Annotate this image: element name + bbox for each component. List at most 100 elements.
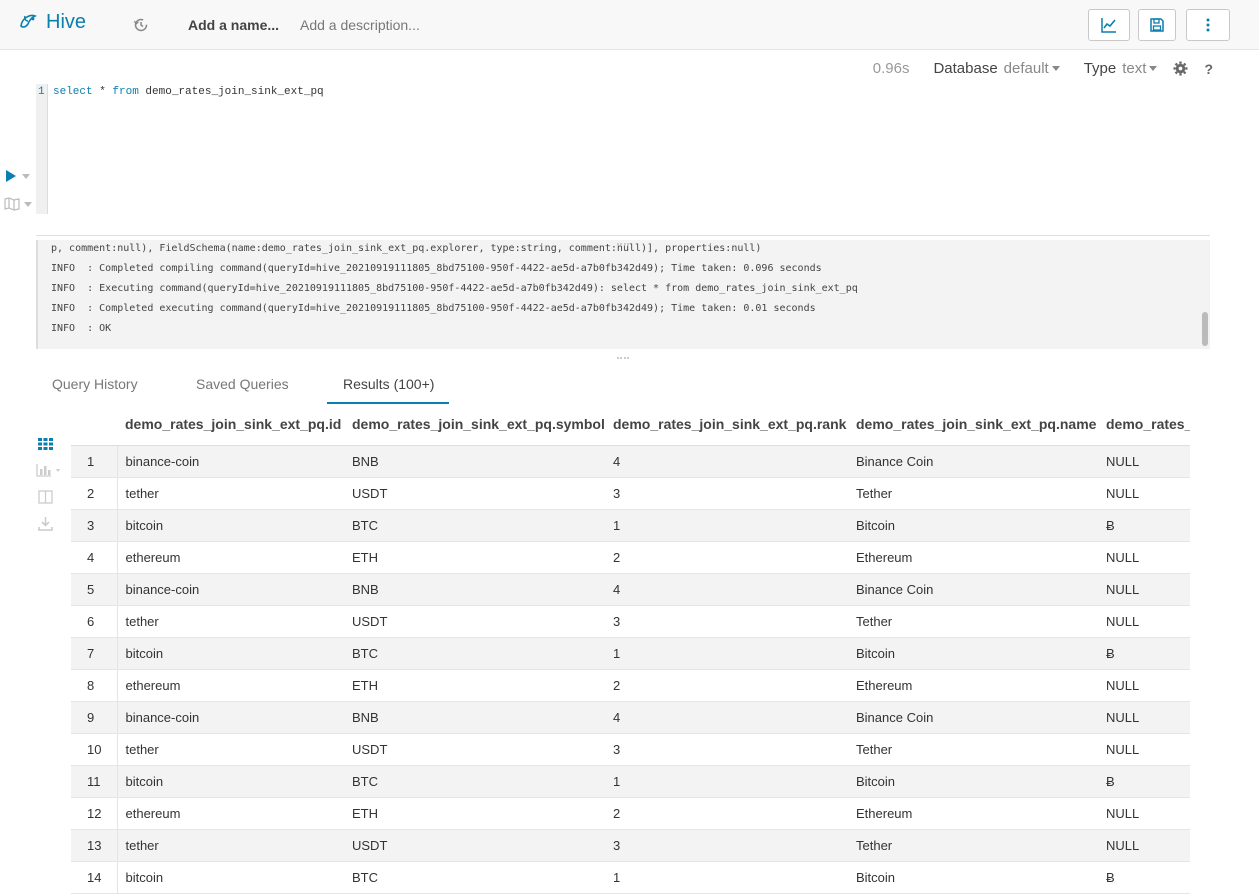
table-cell[interactable]: binance-coin	[117, 701, 344, 734]
table-row[interactable]: 10 tether USDT 3 Tether NULL	[71, 733, 1190, 766]
grid-icon[interactable]	[36, 436, 56, 452]
table-cell[interactable]: bitcoin	[117, 637, 344, 670]
table-row[interactable]: 13 tether USDT 3 Tether NULL	[71, 829, 1190, 862]
column-header[interactable]: demo_rates_join_sink_ext_pq.rank	[605, 403, 848, 446]
table-cell[interactable]: ETH	[344, 541, 605, 574]
table-cell[interactable]: bitcoin	[117, 861, 344, 894]
table-cell[interactable]: BTC	[344, 765, 605, 798]
table-cell[interactable]: BTC	[344, 509, 605, 542]
table-row[interactable]: 12 ethereum ETH 2 Ethereum NULL	[71, 797, 1190, 830]
table-cell[interactable]: Tether	[848, 829, 1098, 862]
table-cell[interactable]: 2	[605, 669, 848, 702]
tab-results[interactable]: Results (100+)	[343, 376, 434, 392]
download-icon[interactable]	[36, 516, 56, 532]
table-cell[interactable]: 3	[605, 733, 848, 766]
table-cell[interactable]: BTC	[344, 637, 605, 670]
table-row[interactable]: 11 bitcoin BTC 1 Bitcoin Ƀ	[71, 765, 1190, 798]
query-log-panel[interactable]: p, comment:null), FieldSchema(name:demo_…	[36, 240, 1210, 349]
columns-icon[interactable]	[36, 489, 56, 505]
table-cell[interactable]: NULL	[1098, 541, 1190, 574]
table-cell[interactable]: Ƀ	[1098, 637, 1190, 670]
table-cell[interactable]: ethereum	[117, 797, 344, 830]
run-button[interactable]	[6, 170, 30, 182]
column-header[interactable]: demo_rates_join_sink_ext_pq.name	[848, 403, 1098, 446]
table-cell[interactable]: BNB	[344, 573, 605, 606]
table-row[interactable]: 1 binance-coin BNB 4 Binance Coin NULL	[71, 445, 1190, 478]
table-cell[interactable]: Ƀ	[1098, 509, 1190, 542]
table-cell[interactable]: Tether	[848, 477, 1098, 510]
table-cell[interactable]: tether	[117, 605, 344, 638]
table-cell[interactable]: NULL	[1098, 605, 1190, 638]
table-cell[interactable]: tether	[117, 477, 344, 510]
table-cell[interactable]: 4	[605, 701, 848, 734]
save-button[interactable]	[1138, 9, 1176, 41]
table-cell[interactable]: BNB	[344, 701, 605, 734]
sql-code[interactable]: select * from demo_rates_join_sink_ext_p…	[53, 86, 324, 98]
table-cell[interactable]: NULL	[1098, 573, 1190, 606]
column-header[interactable]: demo_rates_join_sink_ext_pq.id	[117, 403, 344, 446]
log-scrollbar[interactable]	[1202, 312, 1208, 346]
chart-button[interactable]	[1088, 9, 1130, 41]
table-cell[interactable]: Bitcoin	[848, 765, 1098, 798]
table-row[interactable]: 14 bitcoin BTC 1 Bitcoin Ƀ	[71, 861, 1190, 894]
table-row[interactable]: 6 tether USDT 3 Tether NULL	[71, 605, 1190, 638]
table-cell[interactable]: Bitcoin	[848, 861, 1098, 894]
table-cell[interactable]: USDT	[344, 829, 605, 862]
table-cell[interactable]: 3	[605, 829, 848, 862]
database-selector[interactable]: default	[1004, 60, 1060, 77]
table-cell[interactable]: tether	[117, 733, 344, 766]
table-cell[interactable]: Bitcoin	[848, 637, 1098, 670]
column-header[interactable]: demo_rates_join_sink_ext_pq.symbol	[344, 403, 605, 446]
table-row[interactable]: 8 ethereum ETH 2 Ethereum NULL	[71, 669, 1190, 702]
table-cell[interactable]: ethereum	[117, 541, 344, 574]
table-cell[interactable]: Binance Coin	[848, 701, 1098, 734]
table-cell[interactable]: bitcoin	[117, 509, 344, 542]
table-cell[interactable]: 4	[605, 445, 848, 478]
history-icon[interactable]	[133, 17, 149, 33]
table-cell[interactable]: USDT	[344, 733, 605, 766]
table-cell[interactable]: NULL	[1098, 669, 1190, 702]
table-cell[interactable]: Ethereum	[848, 541, 1098, 574]
table-cell[interactable]: 1	[605, 861, 848, 894]
map-button[interactable]	[4, 197, 32, 211]
chevron-down-icon[interactable]	[22, 173, 30, 179]
results-grid[interactable]: demo_rates_join_sink_ext_pq.id demo_rate…	[71, 403, 1190, 894]
table-cell[interactable]: Binance Coin	[848, 445, 1098, 478]
gear-icon[interactable]	[1173, 61, 1188, 76]
table-row[interactable]: 4 ethereum ETH 2 Ethereum NULL	[71, 541, 1190, 574]
table-cell[interactable]: NULL	[1098, 733, 1190, 766]
table-cell[interactable]: Ƀ	[1098, 765, 1190, 798]
table-cell[interactable]: binance-coin	[117, 573, 344, 606]
table-row[interactable]: 2 tether USDT 3 Tether NULL	[71, 477, 1190, 510]
table-cell[interactable]: NULL	[1098, 445, 1190, 478]
table-cell[interactable]: NULL	[1098, 701, 1190, 734]
table-cell[interactable]: 1	[605, 637, 848, 670]
table-cell[interactable]: Tether	[848, 733, 1098, 766]
table-cell[interactable]: Ƀ	[1098, 861, 1190, 894]
table-cell[interactable]: 2	[605, 797, 848, 830]
question-icon[interactable]: ?	[1204, 61, 1213, 77]
table-cell[interactable]: 4	[605, 573, 848, 606]
table-cell[interactable]: Bitcoin	[848, 509, 1098, 542]
log-resize-handle[interactable]	[617, 357, 629, 359]
table-cell[interactable]: NULL	[1098, 797, 1190, 830]
app-brand[interactable]: Hive	[16, 10, 86, 34]
table-cell[interactable]: BNB	[344, 445, 605, 478]
bar-chart-icon[interactable]	[36, 462, 66, 478]
column-header[interactable]: demo_rates_join_sink_ext_pq.explorer	[1098, 403, 1190, 446]
table-cell[interactable]: ETH	[344, 797, 605, 830]
table-cell[interactable]: binance-coin	[117, 445, 344, 478]
table-cell[interactable]: 1	[605, 765, 848, 798]
table-cell[interactable]: Ethereum	[848, 669, 1098, 702]
snippet-name-field[interactable]: Add a name...	[188, 17, 279, 33]
table-cell[interactable]: ETH	[344, 669, 605, 702]
table-cell[interactable]: Tether	[848, 605, 1098, 638]
table-row[interactable]: 9 binance-coin BNB 4 Binance Coin NULL	[71, 701, 1190, 734]
type-selector[interactable]: text	[1122, 60, 1158, 77]
table-cell[interactable]: BTC	[344, 861, 605, 894]
table-cell[interactable]: Binance Coin	[848, 573, 1098, 606]
tab-saved-queries[interactable]: Saved Queries	[196, 376, 289, 392]
more-actions-button[interactable]	[1186, 9, 1230, 41]
table-cell[interactable]: 2	[605, 541, 848, 574]
table-cell[interactable]: bitcoin	[117, 765, 344, 798]
